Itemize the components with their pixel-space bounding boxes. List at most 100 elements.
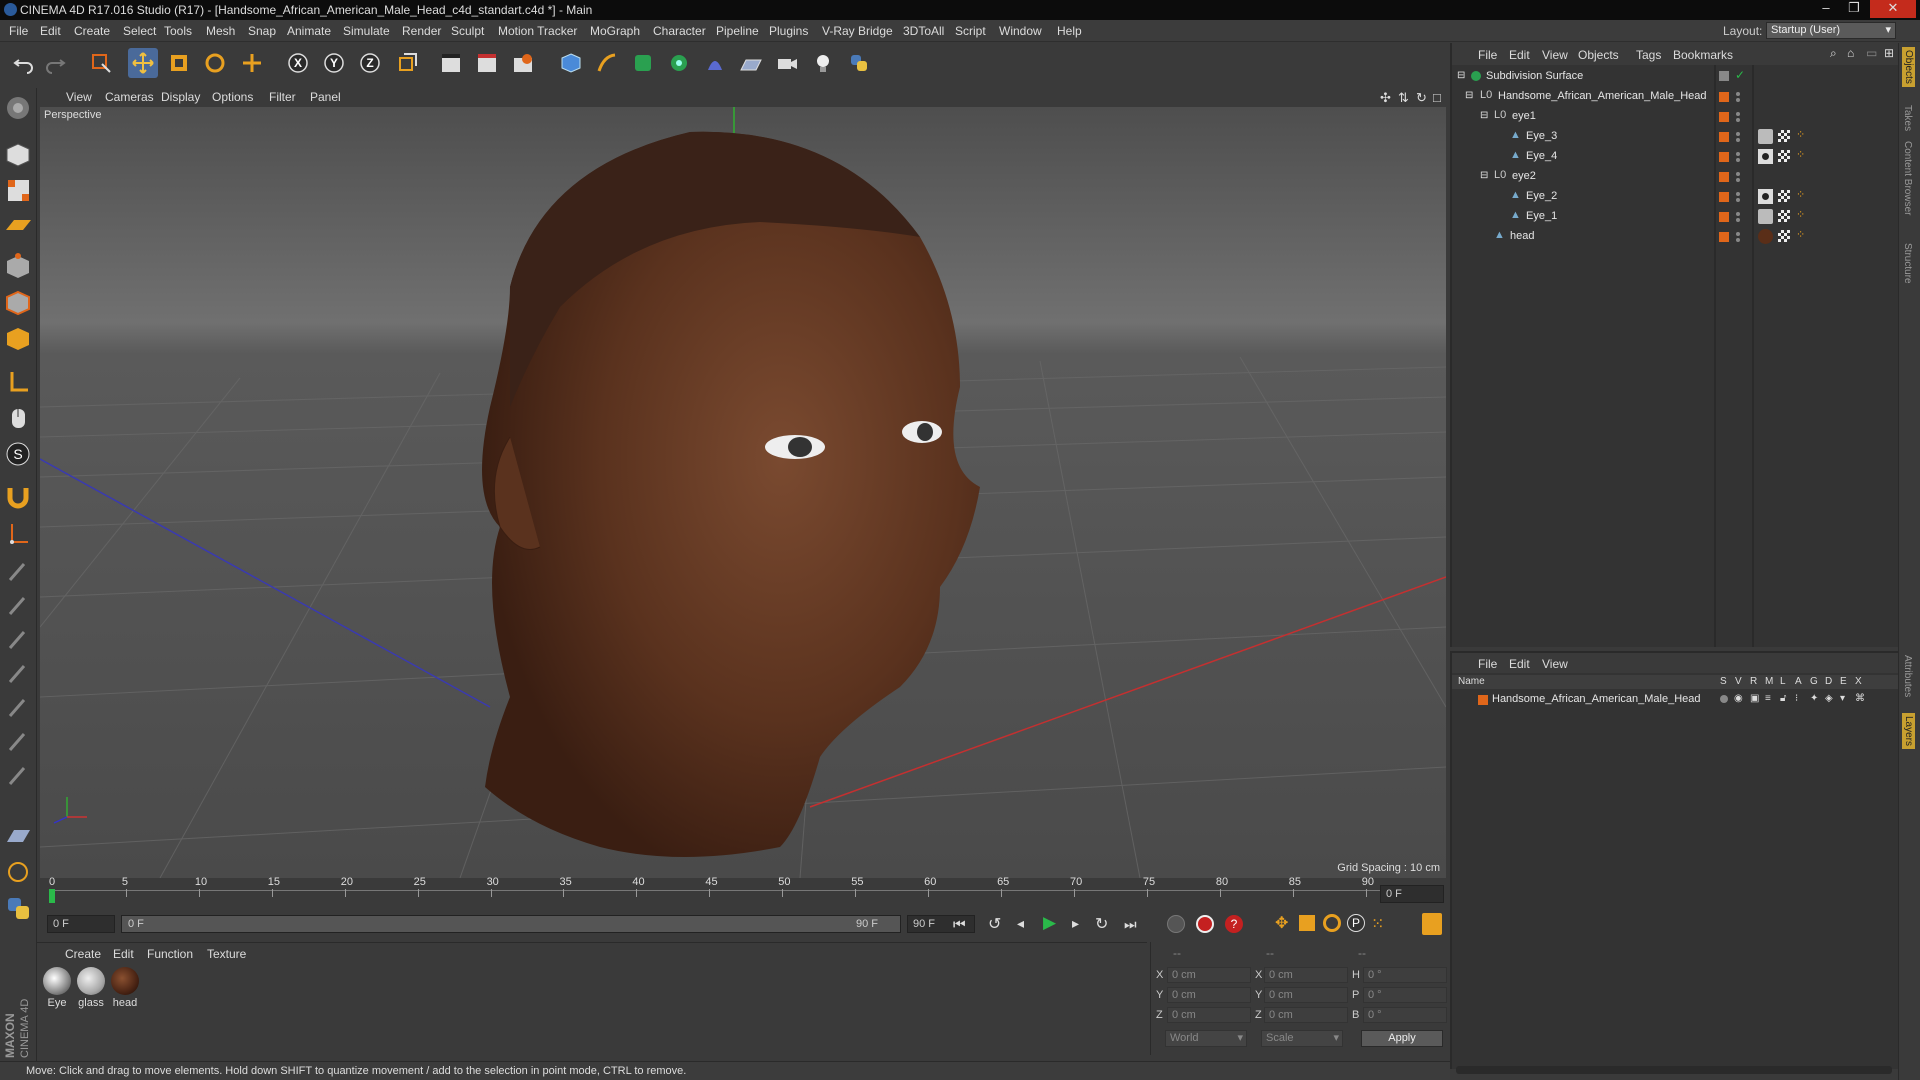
viewport-menu-display[interactable]: Display — [161, 90, 200, 104]
visibility-dot-icon[interactable] — [1736, 218, 1740, 222]
size-x-field[interactable]: 0 cm — [1264, 967, 1348, 983]
tab-content-browser[interactable]: Content Browser — [1902, 141, 1913, 215]
texture-tag-icon[interactable] — [1778, 130, 1790, 142]
key-parameter-icon[interactable]: P — [1347, 914, 1365, 932]
sculpt-tool-6[interactable] — [4, 728, 33, 757]
model-mode-button[interactable] — [4, 140, 33, 169]
material-eye[interactable]: Eye — [41, 967, 73, 1011]
enabled-check-icon[interactable]: ✓ — [1735, 68, 1745, 82]
render-settings-button[interactable] — [508, 48, 538, 78]
grid-lock-button[interactable] — [4, 822, 33, 851]
snap-button[interactable]: S — [4, 440, 33, 469]
menu-help[interactable]: Help — [1057, 24, 1082, 38]
material-head[interactable]: head — [109, 967, 141, 1011]
phong-tag-icon[interactable]: ⁘ — [1796, 148, 1805, 161]
position-y-field[interactable]: 0 cm — [1167, 987, 1251, 1003]
key-rotation-icon[interactable] — [1323, 914, 1341, 932]
menu-select[interactable]: Select — [123, 24, 156, 38]
object-row-head-null[interactable]: ⊟ L0 Handsome_African_American_Male_Head — [1452, 87, 1900, 107]
menu-window[interactable]: Window — [999, 24, 1042, 38]
timeline-window-icon[interactable] — [1422, 913, 1442, 935]
scale-tool-button[interactable] — [164, 48, 194, 78]
viewport-menu-view[interactable]: View — [66, 90, 92, 104]
key-pla-icon[interactable]: ⁙ — [1371, 914, 1384, 934]
minimize-button[interactable]: – — [1813, 0, 1839, 18]
previous-frame-icon[interactable]: ◂ — [1017, 915, 1024, 932]
menu-mesh[interactable]: Mesh — [206, 24, 235, 38]
material-tag-icon[interactable] — [1758, 209, 1773, 224]
next-key-icon[interactable]: ↻ — [1095, 914, 1108, 934]
visibility-dot-icon[interactable] — [1736, 158, 1740, 162]
menu-edit[interactable]: Edit — [40, 24, 61, 38]
texture-tag-icon[interactable] — [1778, 230, 1790, 242]
light-button[interactable] — [808, 48, 838, 78]
collapse-icon[interactable]: ⊟ — [1457, 70, 1465, 81]
previous-key-icon[interactable]: ↺ — [988, 914, 1001, 934]
menu-render[interactable]: Render — [402, 24, 441, 38]
axis-mode-button[interactable] — [4, 368, 33, 397]
object-row-eye2-mesh[interactable]: ▲ Eye_2 ⁘ — [1452, 187, 1900, 207]
visibility-dot-icon[interactable] — [1736, 98, 1740, 102]
menu-vray-bridge[interactable]: V-Ray Bridge — [822, 24, 893, 38]
material-menu-edit[interactable]: Edit — [113, 947, 134, 961]
visibility-dot-icon[interactable] — [1736, 198, 1740, 202]
menu-sculpt[interactable]: Sculpt — [451, 24, 484, 38]
layer-row[interactable]: Handsome_African_American_Male_Head ◉ ▣ … — [1452, 691, 1900, 709]
start-frame-field[interactable]: 0 F — [47, 915, 115, 933]
visibility-dot-icon[interactable] — [1736, 138, 1740, 142]
key-position-icon[interactable]: ✥ — [1275, 913, 1288, 933]
apply-button[interactable]: Apply — [1361, 1030, 1443, 1047]
subdivision-surface-button[interactable] — [628, 48, 658, 78]
menu-pipeline[interactable]: Pipeline — [716, 24, 759, 38]
search-icon[interactable]: ⌕ — [1830, 46, 1837, 61]
y-axis-lock-button[interactable]: Y — [319, 48, 349, 78]
home-icon[interactable]: ⌂ — [1847, 46, 1854, 60]
rotate-view-icon[interactable]: ↻ — [1416, 90, 1427, 106]
tab-objects[interactable]: Objects — [1902, 47, 1915, 87]
material-menu-create[interactable]: Create — [65, 947, 101, 961]
layout-dropdown[interactable]: Startup (User) ▾ — [1766, 22, 1896, 39]
object-row-eye1[interactable]: ⊟ L0 eye1 — [1452, 107, 1900, 127]
play-icon[interactable]: ▶ — [1043, 913, 1056, 933]
keyframe-selection-icon[interactable]: ? — [1225, 915, 1243, 933]
workplane-mode-button[interactable] — [4, 212, 33, 241]
texture-tag-icon[interactable] — [1778, 150, 1790, 162]
deformer-button[interactable] — [700, 48, 730, 78]
material-tag-icon[interactable] — [1758, 189, 1773, 204]
collapse-icon[interactable]: ⊟ — [1480, 170, 1488, 181]
object-menu-objects[interactable]: Objects — [1578, 48, 1619, 62]
texture-tag-icon[interactable] — [1778, 210, 1790, 222]
layer-menu-edit[interactable]: Edit — [1509, 657, 1530, 671]
menu-tools[interactable]: Tools — [164, 24, 192, 38]
workplane-axis-button[interactable] — [4, 520, 33, 549]
render-to-picture-viewer-button[interactable] — [472, 48, 502, 78]
tweak-mode-button[interactable] — [4, 404, 33, 433]
sculpt-tool-2[interactable] — [4, 592, 33, 621]
viewport-menu-filter[interactable]: Filter — [269, 90, 296, 104]
size-mode-dropdown[interactable]: Scale ▾ — [1261, 1030, 1343, 1047]
generator-toggle-icon[interactable]: ✦ — [1810, 693, 1818, 704]
viewport-menu-options[interactable]: Options — [212, 90, 253, 104]
tab-takes[interactable]: Takes — [1902, 105, 1913, 131]
new-view-icon[interactable]: ▭ — [1866, 46, 1877, 60]
position-z-field[interactable]: 0 cm — [1167, 1007, 1251, 1023]
object-row-eye3[interactable]: ▲ Eye_3 ⁘ — [1452, 127, 1900, 147]
object-row-head-mesh[interactable]: ▲ head ⁘ — [1452, 227, 1900, 247]
object-row-eye1-mesh[interactable]: ▲ Eye_1 ⁘ — [1452, 207, 1900, 227]
visibility-dot-icon[interactable] — [1736, 92, 1740, 96]
menu-simulate[interactable]: Simulate — [343, 24, 390, 38]
coordinate-mode-dropdown[interactable]: World ▾ — [1165, 1030, 1247, 1047]
object-row-subdivision-surface[interactable]: ⊟ Subdivision Surface ✓ — [1452, 67, 1900, 87]
visibility-dot-icon[interactable] — [1736, 172, 1740, 176]
coordinate-system-button[interactable] — [392, 48, 422, 78]
polygons-mode-button[interactable] — [4, 324, 33, 353]
redo-button[interactable] — [40, 48, 70, 78]
xref-toggle-icon[interactable]: ⌘ — [1855, 693, 1865, 704]
live-selection-button[interactable] — [86, 48, 116, 78]
phong-tag-icon[interactable]: ⁘ — [1796, 128, 1805, 141]
recent-tool-button[interactable] — [237, 48, 267, 78]
rotation-b-field[interactable]: 0 ° — [1363, 1007, 1447, 1023]
visibility-dot-icon[interactable] — [1736, 152, 1740, 156]
object-menu-edit[interactable]: Edit — [1509, 48, 1530, 62]
zoom-icon[interactable]: ⇅ — [1398, 90, 1409, 106]
